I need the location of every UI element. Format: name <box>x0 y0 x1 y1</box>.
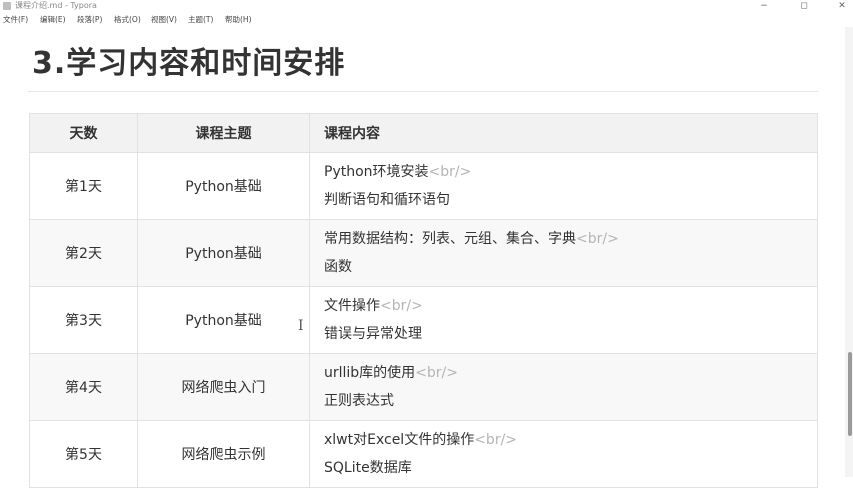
close-icon[interactable]: ✕ <box>834 0 850 12</box>
table-header-row: 天数 课程主题 课程内容 <box>29 113 818 153</box>
menu-file[interactable]: 文件(F) <box>3 13 28 27</box>
menu-format[interactable]: 格式(O) <box>114 13 141 27</box>
content-cell[interactable]: Python环境安装<br/> 判断语句和循环语句 <box>309 152 818 220</box>
content-line2: SQLite数据库 <box>324 460 412 476</box>
table-row: 第4天 网络爬虫入门 urllib库的使用<br/> 正则表达式 <box>29 353 818 421</box>
topic-cell[interactable]: 网络爬虫入门 <box>137 353 310 421</box>
window-title: 课程介绍.md - Typora <box>15 1 97 10</box>
menu-view[interactable]: 视图(V) <box>151 13 177 27</box>
menu-theme[interactable]: 主题(T) <box>188 13 213 27</box>
menu-bar: 文件(F) 编辑(E) 段落(P) 格式(O) 视图(V) 主题(T) 帮助(H… <box>0 13 853 27</box>
br-tag: <br/> <box>576 231 619 247</box>
content-cell[interactable]: urllib库的使用<br/> 正则表达式 <box>309 353 818 421</box>
br-tag: <br/> <box>474 432 518 448</box>
day-cell[interactable]: 第2天 <box>29 219 138 287</box>
table-row: 第3天 Python基础 文件操作<br/> 错误与异常处理 <box>29 286 818 354</box>
menu-paragraph[interactable]: 段落(P) <box>77 13 102 27</box>
content-cell[interactable]: 常用数据结构：列表、元组、集合、字典<br/> 函数 <box>309 219 818 287</box>
content-cell[interactable]: 文件操作<br/> 错误与异常处理 <box>309 286 818 354</box>
text-cursor-icon: I <box>298 318 304 334</box>
content-line1: 文件操作 <box>324 298 380 314</box>
content-line2: 函数 <box>324 259 352 275</box>
menu-help[interactable]: 帮助(H) <box>225 13 252 27</box>
topic-cell[interactable]: Python基础 <box>137 286 310 354</box>
day-cell[interactable]: 第1天 <box>29 152 138 220</box>
day-cell[interactable]: 第4天 <box>29 353 138 421</box>
content-line1: urllib库的使用 <box>324 365 416 381</box>
maximize-icon[interactable]: ◻ <box>796 0 812 12</box>
content-line1: xlwt对Excel文件的操作 <box>324 432 475 448</box>
content-line2: 判断语句和循环语句 <box>324 192 450 208</box>
minimize-icon[interactable]: − <box>756 0 772 12</box>
title-bar: 课程介绍.md - Typora − ◻ ✕ <box>0 0 853 13</box>
schedule-table[interactable]: 天数 课程主题 课程内容 第1天 Python基础 Python环境安装<br/… <box>29 113 818 488</box>
menu-edit[interactable]: 编辑(E) <box>40 13 66 27</box>
scrollbar-thumb[interactable] <box>848 352 852 436</box>
br-tag: <br/> <box>380 298 423 314</box>
content-line2: 错误与异常处理 <box>324 326 422 342</box>
content-cell[interactable]: xlwt对Excel文件的操作<br/> SQLite数据库 <box>309 420 818 488</box>
table-row: 第2天 Python基础 常用数据结构：列表、元组、集合、字典<br/> 函数 <box>29 219 818 287</box>
table-row: 第1天 Python基础 Python环境安装<br/> 判断语句和循环语句 <box>29 152 818 220</box>
topic-cell[interactable]: Python基础 <box>137 152 310 220</box>
day-cell[interactable]: 第3天 <box>29 286 138 354</box>
typora-app-icon <box>3 2 11 10</box>
content-line1: Python环境安装 <box>324 164 429 180</box>
table-row: 第5天 网络爬虫示例 xlwt对Excel文件的操作<br/> SQLite数据… <box>29 420 818 488</box>
br-tag: <br/> <box>415 365 459 381</box>
day-cell[interactable]: 第5天 <box>29 420 138 488</box>
br-tag: <br/> <box>428 164 472 180</box>
header-content[interactable]: 课程内容 <box>309 113 818 153</box>
heading-divider <box>28 91 818 92</box>
content-line1: 常用数据结构：列表、元组、集合、字典 <box>324 231 576 247</box>
content-line2: 正则表达式 <box>324 393 394 409</box>
topic-cell[interactable]: Python基础 <box>137 219 310 287</box>
section-heading[interactable]: 3.学习内容和时间安排 <box>32 38 345 82</box>
header-topic[interactable]: 课程主题 <box>137 113 310 153</box>
topic-cell[interactable]: 网络爬虫示例 <box>137 420 310 488</box>
header-day[interactable]: 天数 <box>29 113 138 153</box>
